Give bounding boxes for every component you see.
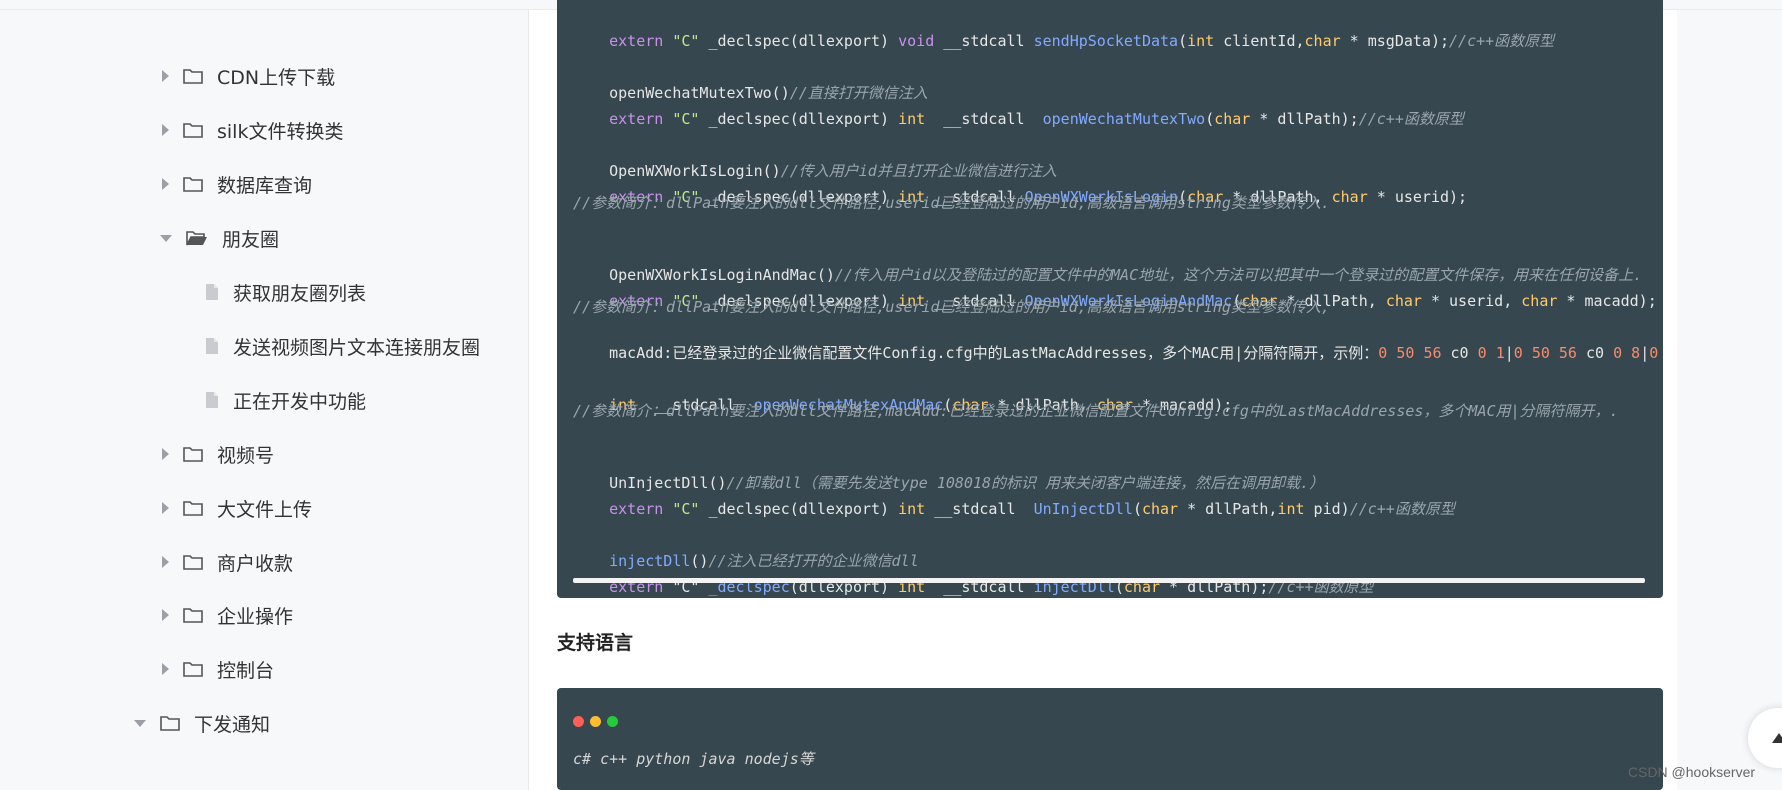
sidebar-item-enterprise[interactable]: 企业操作 <box>162 595 293 635</box>
code-block: extern "C" _declspec(dllexport) void __s… <box>557 0 1663 598</box>
sidebar-item-database[interactable]: 数据库查询 <box>162 164 312 204</box>
caret-right-icon <box>162 556 169 568</box>
file-icon <box>205 391 219 409</box>
sidebar-item-silk[interactable]: silk文件转换类 <box>162 110 343 150</box>
window-dots <box>573 716 618 727</box>
sidebar-subitem-label: 发送视频图片文本连接朋友圈 <box>233 336 481 359</box>
sidebar-item-label: 控制台 <box>217 659 275 682</box>
sidebar-item-label: 数据库查询 <box>217 174 313 197</box>
folder-icon <box>183 68 203 84</box>
sidebar-subitem-label: 正在开发中功能 <box>233 390 367 413</box>
sidebar-item-label: 朋友圈 <box>222 228 280 251</box>
yellow-dot-icon <box>590 716 601 727</box>
sidebar-subitem-label: 获取朋友圈列表 <box>233 282 367 305</box>
folder-open-icon <box>186 230 208 246</box>
caret-down-icon <box>160 234 172 242</box>
sidebar-item-merchant-payment[interactable]: 商户收款 <box>162 542 293 582</box>
folder-icon <box>183 500 203 516</box>
caret-right-icon <box>162 609 169 621</box>
sidebar-item-label: 大文件上传 <box>217 498 313 521</box>
languages-text: c# c++ python java nodejs等 <box>573 750 814 768</box>
code-line: extern "C" _declspec(dllexport) int __st… <box>609 110 1464 128</box>
folder-icon <box>183 446 203 462</box>
caret-right-icon <box>162 502 169 514</box>
sidebar-item-label: 企业操作 <box>217 605 294 628</box>
folder-icon <box>183 176 203 192</box>
sidebar-item-label: 下发通知 <box>194 713 271 736</box>
sidebar-item-label: 商户收款 <box>217 552 294 575</box>
code-comment: //参数简介：dllPath要注入的dll文件路径,userid已经登陆过的用户… <box>573 194 1330 212</box>
sidebar-item-channels[interactable]: 视频号 <box>162 434 274 474</box>
sidebar-item-notifications[interactable]: 下发通知 <box>134 703 270 743</box>
sidebar-item-console[interactable]: 控制台 <box>162 649 274 689</box>
caret-down-icon <box>134 719 146 727</box>
caret-right-icon <box>162 178 169 190</box>
folder-icon <box>183 607 203 623</box>
watermark: CSDN @hookserver <box>1628 764 1756 780</box>
sidebar-item-label: 视频号 <box>217 444 275 467</box>
sidebar-item-moments[interactable]: 朋友圈 <box>160 218 279 258</box>
green-dot-icon <box>607 716 618 727</box>
code-line: extern "C" _declspec(dllexport) void __s… <box>609 32 1555 50</box>
sidebar-subitem-send-moments[interactable]: 发送视频图片文本连接朋友圈 <box>205 326 480 366</box>
sidebar-item-label: silk文件转换类 <box>217 120 344 143</box>
code-line: macAdd:已经登录过的企业微信配置文件Config.cfg中的LastMac… <box>609 344 1659 362</box>
folder-icon <box>160 715 180 731</box>
file-icon <box>205 337 219 355</box>
sidebar: CDN上传下载 silk文件转换类 数据库查询 朋友圈 获取朋友圈列表 发送视频… <box>0 10 528 790</box>
sidebar-subitem-moments-list[interactable]: 获取朋友圈列表 <box>205 272 366 312</box>
caret-right-icon <box>162 124 169 136</box>
arrow-up-icon <box>1772 733 1782 743</box>
caret-right-icon <box>162 70 169 82</box>
folder-icon <box>183 554 203 570</box>
folder-icon <box>183 122 203 138</box>
section-heading: 支持语言 <box>557 632 634 654</box>
sidebar-item-label: CDN上传下载 <box>217 66 336 89</box>
code-comment: //参数简介：dllPath要注入的dll文件路径,macAdd:已经登录过的企… <box>573 402 1619 420</box>
sidebar-subitem-in-development[interactable]: 正在开发中功能 <box>205 380 366 420</box>
back-to-top-button[interactable] <box>1748 708 1782 768</box>
caret-right-icon <box>162 663 169 675</box>
horizontal-scrollbar[interactable] <box>573 578 1645 583</box>
sidebar-item-large-upload[interactable]: 大文件上传 <box>162 488 312 528</box>
file-icon <box>205 283 219 301</box>
sidebar-item-cdn[interactable]: CDN上传下载 <box>162 56 335 96</box>
red-dot-icon <box>573 716 584 727</box>
code-block-languages: c# c++ python java nodejs等 <box>557 688 1663 790</box>
code-comment: //参数简介：dllPath要注入的dll文件路径,userid已经登陆过的用户… <box>573 298 1330 316</box>
code-line: extern "C" _declspec(dllexport) int __st… <box>609 500 1455 518</box>
folder-icon <box>183 661 203 677</box>
caret-right-icon <box>162 448 169 460</box>
